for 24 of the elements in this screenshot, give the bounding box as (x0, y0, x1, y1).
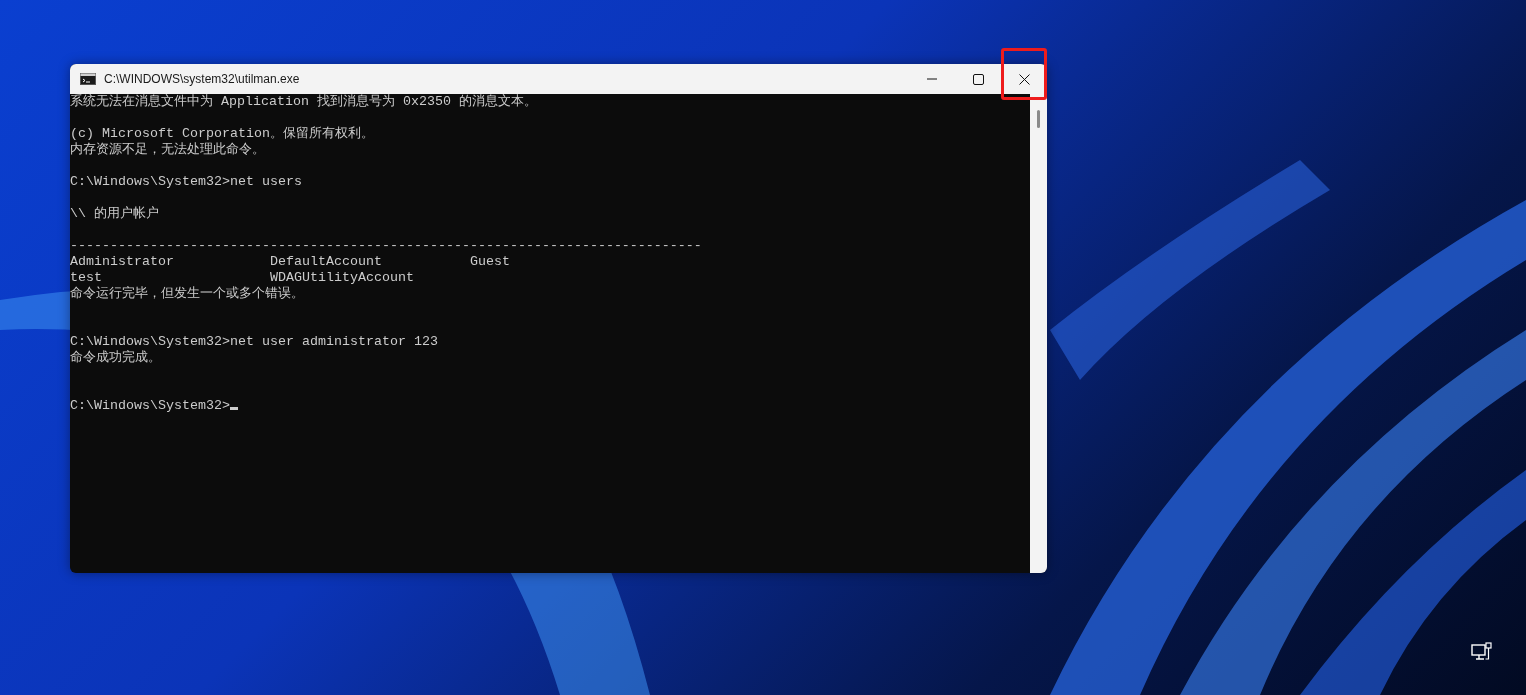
console-text: C:\Windows\System32>net users (70, 174, 302, 189)
user-name: test (70, 270, 103, 286)
console-text: \\ 的用户帐户 (70, 206, 159, 221)
minimize-icon (926, 78, 938, 80)
user-name: DefaultAccount (270, 254, 383, 270)
user-name: Guest (470, 254, 511, 270)
console-text: 内存资源不足，无法处理此命令。 (70, 142, 265, 157)
console-text: C:\Windows\System32>net user administrator 123 (70, 334, 438, 349)
close-icon (1018, 73, 1030, 85)
console-text: 系统无法在消息文件中为 Application 找到消息号为 0x2350 的消息文本。 (70, 94, 537, 109)
maximize-icon (972, 73, 984, 85)
console-icon (80, 73, 96, 85)
command-prompt: C:\Windows\System32> (70, 398, 230, 413)
network-icon[interactable] (1471, 642, 1493, 662)
console-text: (c) Microsoft Corporation。保留所有权利。 (70, 126, 374, 141)
user-name: WDAGUtilityAccount (270, 270, 415, 286)
scrollbar-thumb[interactable] (1037, 110, 1040, 128)
window-title: C:\WINDOWS\system32\utilman.exe (104, 72, 301, 86)
console-text: 命令运行完毕，但发生一个或多个错误。 (70, 286, 304, 301)
scrollbar[interactable] (1030, 94, 1047, 573)
console-text: 命令成功完成。 (70, 350, 161, 365)
user-name: Administrator (70, 254, 175, 270)
text-cursor (229, 407, 238, 410)
console-text: ------------------------------------------------------------------------------- (70, 238, 702, 253)
